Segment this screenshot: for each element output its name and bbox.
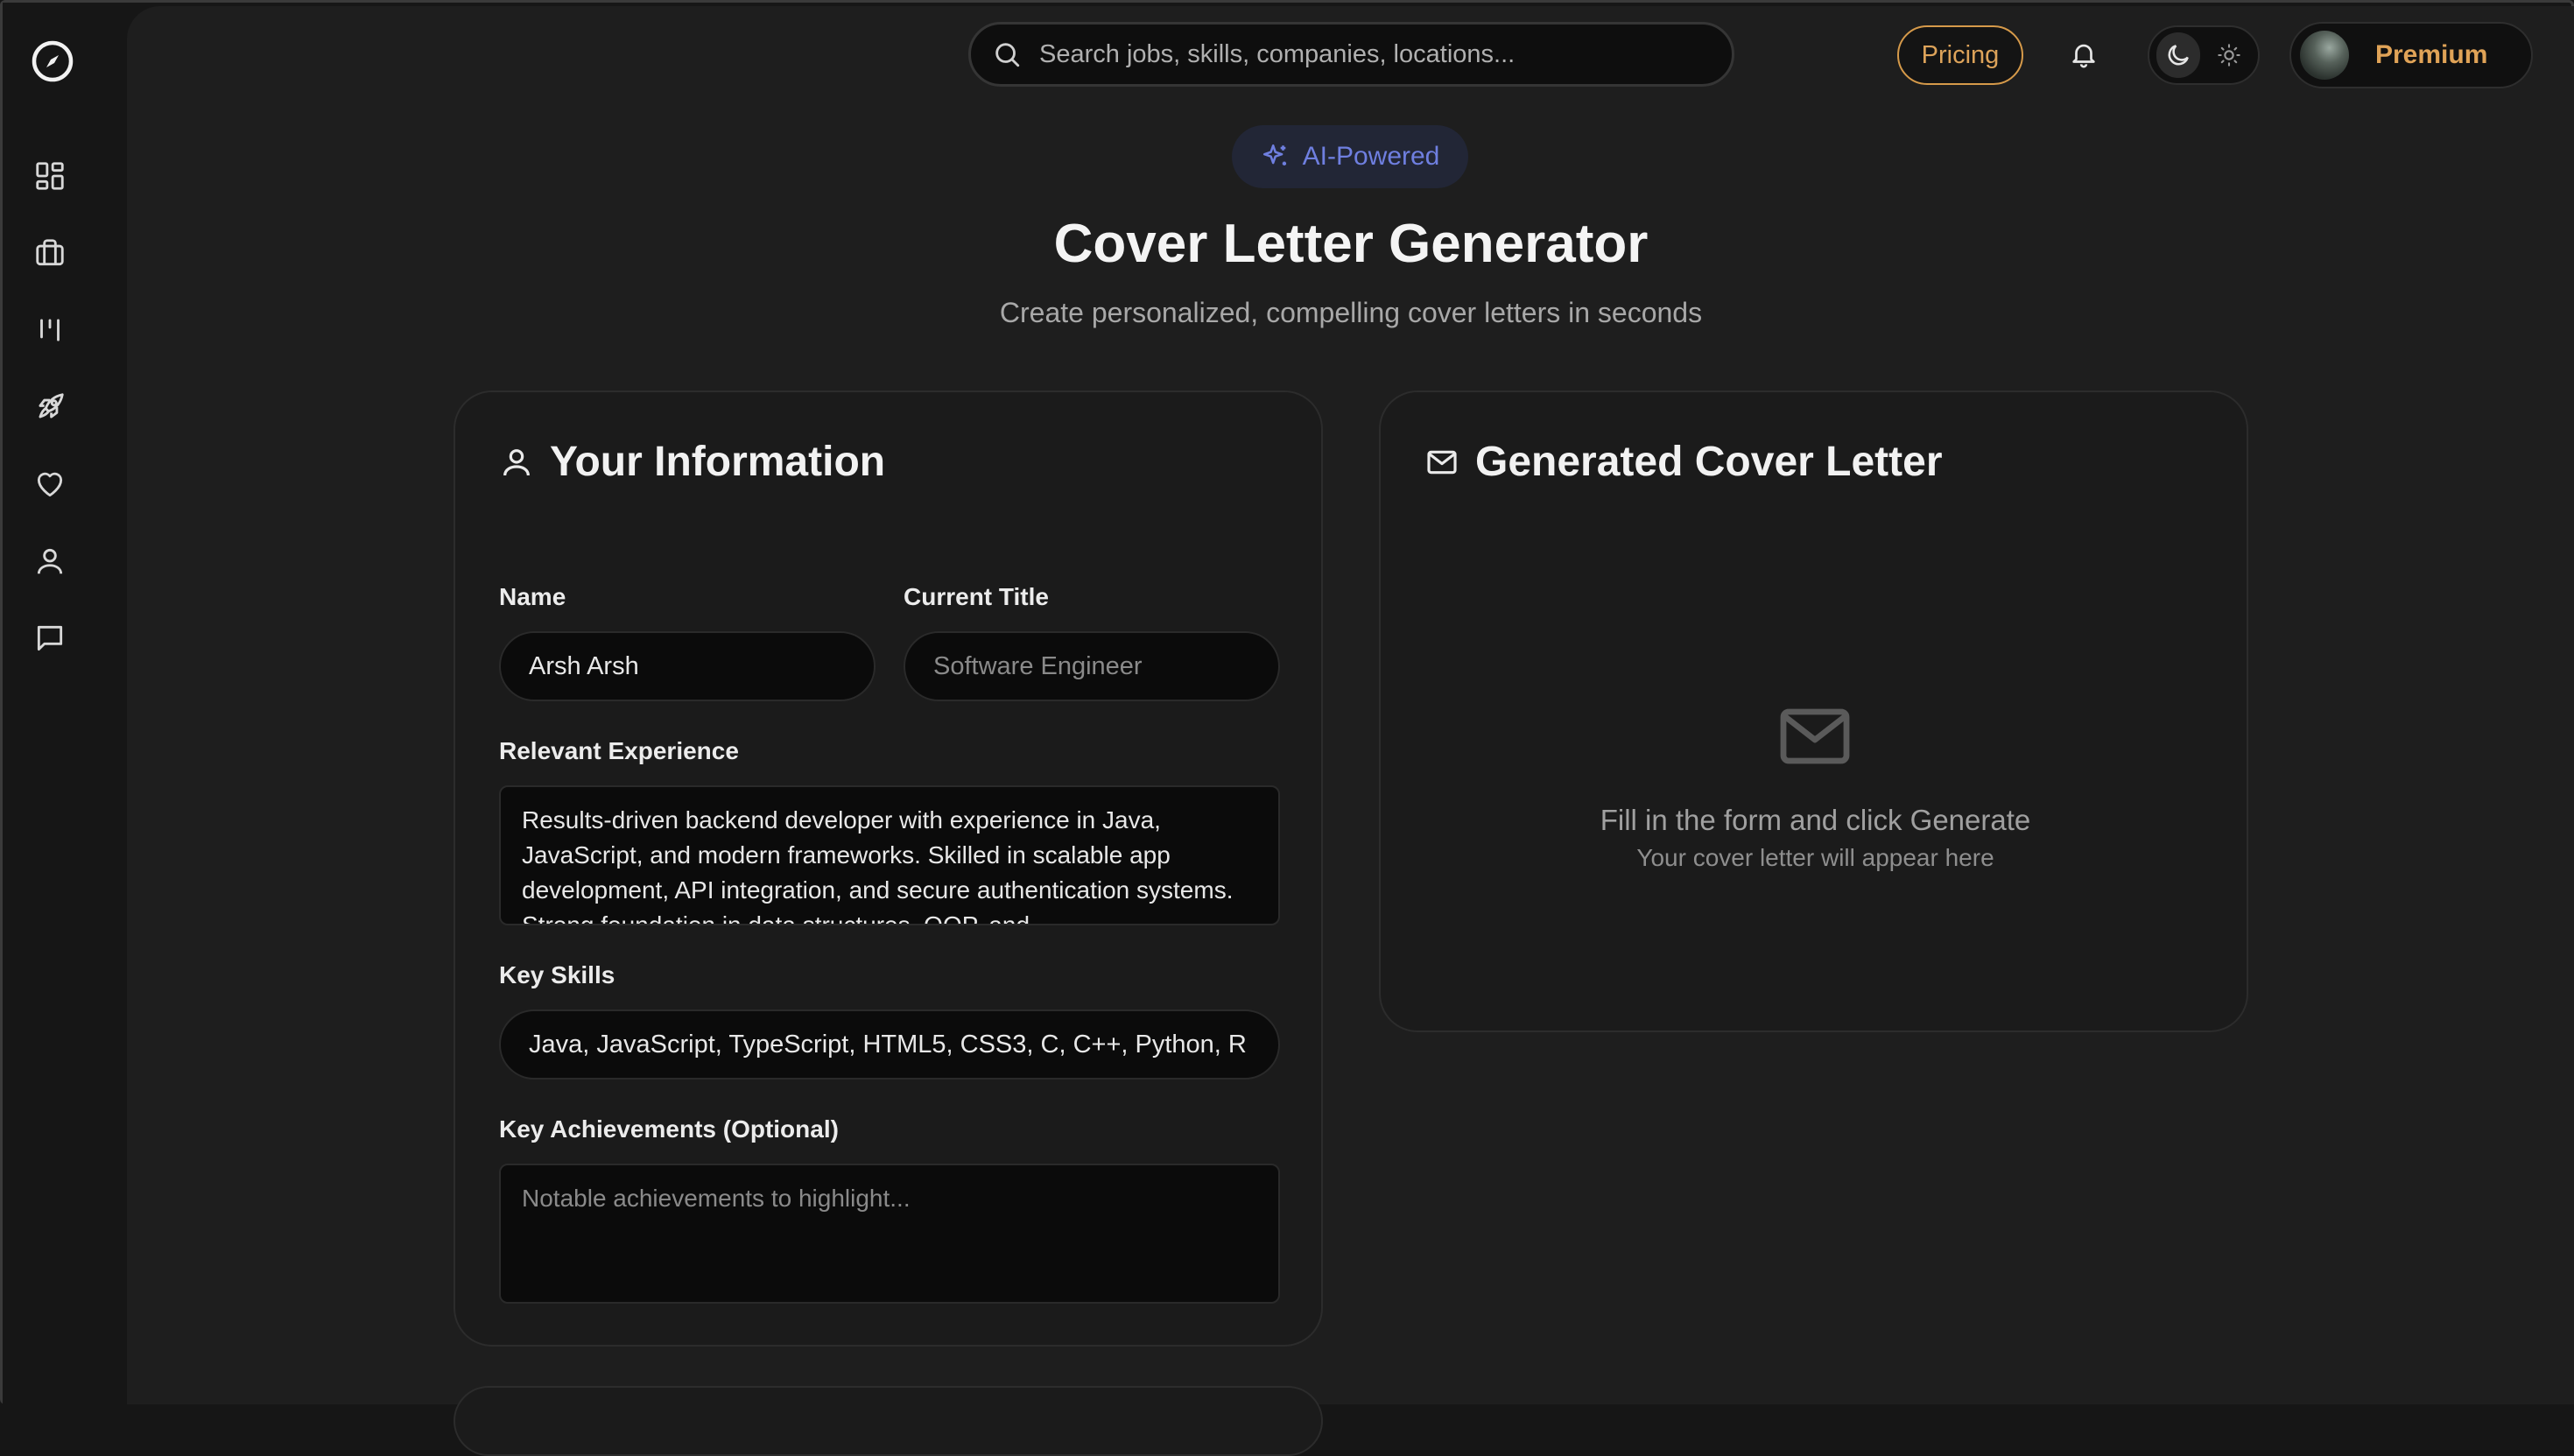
- sidebar-item-dashboard[interactable]: [27, 153, 73, 199]
- key-achievements-textarea[interactable]: [499, 1164, 1280, 1304]
- app-window: Pricing Premium AI-Powered Cover Lette: [0, 0, 2574, 1456]
- search-bar[interactable]: [968, 22, 1734, 87]
- rocket-icon: [39, 393, 64, 419]
- relevant-experience-label: Relevant Experience: [499, 737, 739, 764]
- form-card-header: Your Information: [499, 438, 885, 486]
- output-card-header: Generated Cover Letter: [1424, 438, 1943, 486]
- user-icon: [503, 448, 530, 475]
- your-information-card: Your Information Name Current Title Rele…: [454, 390, 1323, 1347]
- output-card-title: Generated Cover Letter: [1475, 439, 1943, 485]
- current-title-label: Current Title: [904, 583, 1049, 610]
- search-input[interactable]: [1039, 39, 1705, 69]
- key-skills-label: Key Skills: [499, 961, 615, 988]
- avatar: [2300, 31, 2349, 80]
- empty-state-subtitle: Your cover letter will appear here: [1636, 844, 1994, 871]
- grid-icon: [36, 162, 64, 190]
- mail-placeholder-icon: [1769, 690, 1861, 783]
- search-icon: [995, 43, 1020, 67]
- sparkles-icon: [1262, 144, 1286, 165]
- mail-icon: [1427, 450, 1457, 474]
- theme-toggle[interactable]: [2148, 25, 2260, 85]
- sidebar-item-favorites[interactable]: [27, 461, 73, 507]
- sidebar-item-profile[interactable]: [27, 538, 73, 584]
- badge-label: AI-Powered: [1302, 142, 1440, 171]
- sidebar-item-messages[interactable]: [27, 615, 73, 661]
- name-label: Name: [499, 583, 566, 610]
- current-title-input[interactable]: [904, 631, 1280, 701]
- notifications-bell-icon[interactable]: [2065, 36, 2102, 73]
- name-input[interactable]: [499, 631, 876, 701]
- premium-account-button[interactable]: Premium: [2289, 22, 2533, 88]
- relevant-experience-textarea[interactable]: Results-driven backend developer with ex…: [499, 785, 1280, 925]
- compass-logo-icon[interactable]: [31, 39, 74, 83]
- generated-cover-letter-card: Generated Cover Letter Fill in the form …: [1379, 390, 2248, 1032]
- empty-state-title: Fill in the form and click Generate: [1600, 804, 2031, 836]
- ai-powered-badge: AI-Powered: [1232, 125, 1468, 188]
- form-card-title: Your Information: [550, 439, 886, 485]
- next-section-card: [454, 1386, 1323, 1456]
- key-achievements-label: Key Achievements (Optional): [499, 1115, 839, 1143]
- chat-icon: [37, 625, 63, 651]
- premium-label: Premium: [2375, 40, 2488, 69]
- page-subtitle: Create personalized, compelling cover le…: [999, 297, 1703, 328]
- heart-icon: [37, 472, 63, 497]
- key-skills-input[interactable]: [499, 1009, 1280, 1080]
- page-title: Cover Letter Generator: [1053, 214, 1649, 274]
- dark-mode-option[interactable]: [2156, 32, 2200, 78]
- light-mode-option[interactable]: [2207, 32, 2251, 78]
- sidebar-item-launch[interactable]: [27, 384, 73, 430]
- moon-icon: [2168, 45, 2189, 66]
- user-icon: [37, 548, 63, 574]
- pricing-button[interactable]: Pricing: [1897, 25, 2023, 85]
- sun-icon: [2218, 44, 2240, 67]
